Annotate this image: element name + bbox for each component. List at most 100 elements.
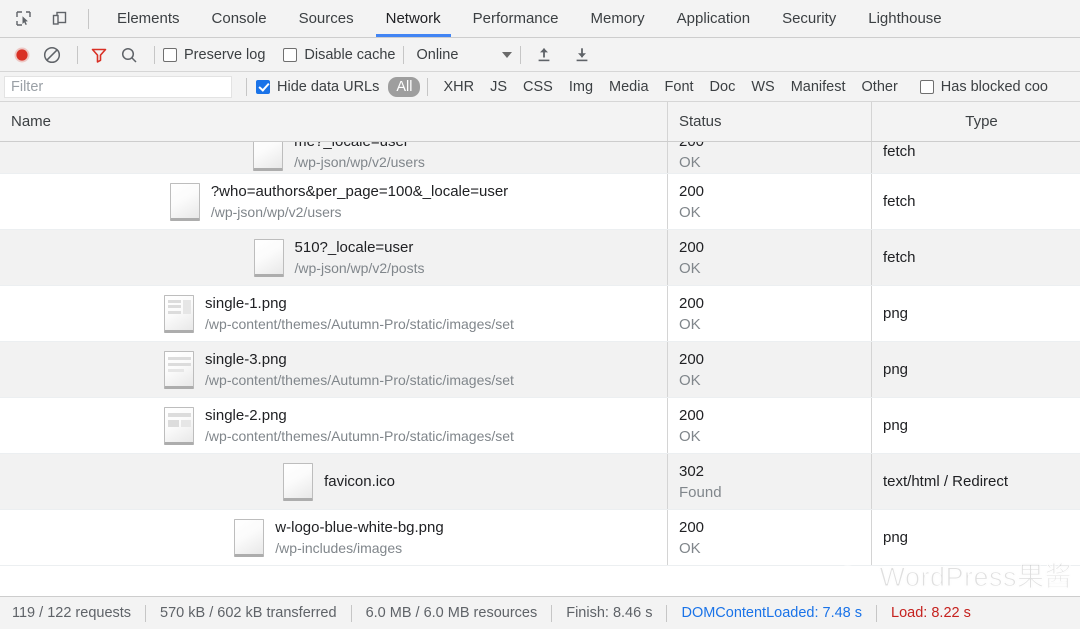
request-name: me?_locale=user xyxy=(294,142,425,152)
type-filter-css[interactable]: CSS xyxy=(515,77,561,97)
has-blocked-cookies-checkbox[interactable]: Has blocked coo xyxy=(920,79,1048,95)
resources-size: 6.0 MB / 6.0 MB resources xyxy=(366,605,538,621)
record-circle-icon[interactable] xyxy=(9,42,35,68)
tab-label: Application xyxy=(677,10,750,27)
status-code: 200 xyxy=(679,293,871,314)
request-path: /wp-includes/images xyxy=(275,538,443,559)
inspect-element-icon[interactable] xyxy=(10,6,36,32)
filter-funnel-icon[interactable] xyxy=(86,42,112,68)
filter-input[interactable]: Filter xyxy=(4,76,232,98)
hide-data-urls-checkbox[interactable]: Hide data URLs xyxy=(256,79,379,95)
cell-status: 200 OK xyxy=(668,398,872,453)
clear-icon[interactable] xyxy=(39,42,65,68)
type-filter-xhr[interactable]: XHR xyxy=(435,77,482,97)
tab-elements[interactable]: Elements xyxy=(101,0,196,37)
tab-sources[interactable]: Sources xyxy=(283,0,370,37)
type-filter-other[interactable]: Other xyxy=(854,77,906,97)
image-preview-icon xyxy=(164,295,194,333)
status-code: 200 xyxy=(679,349,871,370)
column-header-name[interactable]: Name xyxy=(0,102,668,141)
throttling-dropdown[interactable]: Online xyxy=(416,47,512,63)
checkbox-box xyxy=(256,80,270,94)
import-har-icon[interactable] xyxy=(531,42,557,68)
image-preview-icon xyxy=(164,351,194,389)
status-text: OK xyxy=(679,152,871,173)
cell-type: text/html / Redirect xyxy=(872,454,1080,509)
device-toolbar-icon[interactable] xyxy=(46,6,72,32)
status-text: OK xyxy=(679,426,871,447)
preserve-log-checkbox[interactable]: Preserve log xyxy=(163,47,265,63)
tab-memory[interactable]: Memory xyxy=(575,0,661,37)
type-filter-all[interactable]: All xyxy=(388,77,420,97)
resource-type: text/html / Redirect xyxy=(883,473,1080,490)
chevron-down-icon xyxy=(502,52,512,58)
table-row[interactable]: 510?_locale=user /wp-json/wp/v2/posts 20… xyxy=(0,230,1080,286)
search-icon[interactable] xyxy=(116,42,142,68)
cell-status: 200 OK xyxy=(668,230,872,285)
request-name: ?who=authors&per_page=100&_locale=user xyxy=(211,181,508,202)
type-filter-js[interactable]: JS xyxy=(482,77,515,97)
image-preview-icon xyxy=(164,407,194,445)
network-filter-row: Filter Hide data URLs All XHR JS CSS Img… xyxy=(0,72,1080,102)
table-row[interactable]: single-3.png /wp-content/themes/Autumn-P… xyxy=(0,342,1080,398)
request-path: /wp-json/wp/v2/posts xyxy=(295,258,425,279)
checkbox-box xyxy=(283,48,297,62)
document-icon xyxy=(283,463,313,501)
status-text: OK xyxy=(679,202,871,223)
table-row[interactable]: w-logo-blue-white-bg.png /wp-includes/im… xyxy=(0,510,1080,566)
tab-lighthouse[interactable]: Lighthouse xyxy=(852,0,957,37)
tab-performance[interactable]: Performance xyxy=(457,0,575,37)
request-name: 510?_locale=user xyxy=(295,237,425,258)
cell-status: 200 OK xyxy=(668,174,872,229)
summary-divider xyxy=(666,605,667,622)
table-row[interactable]: me?_locale=user /wp-json/wp/v2/users 200… xyxy=(0,142,1080,174)
filter-divider-2 xyxy=(427,78,428,96)
tab-security[interactable]: Security xyxy=(766,0,852,37)
table-row[interactable]: single-2.png /wp-content/themes/Autumn-P… xyxy=(0,398,1080,454)
hide-data-urls-label: Hide data URLs xyxy=(277,79,379,95)
tab-label: Security xyxy=(782,10,836,27)
cell-status: 302 Found xyxy=(668,454,872,509)
toolbar-divider-2 xyxy=(154,46,155,64)
type-filter-img[interactable]: Img xyxy=(561,77,601,97)
devtools-tabbar: Elements Console Sources Network Perform… xyxy=(0,0,1080,38)
preserve-log-label: Preserve log xyxy=(184,47,265,63)
disable-cache-checkbox[interactable]: Disable cache xyxy=(283,47,395,63)
disable-cache-label: Disable cache xyxy=(304,47,395,63)
column-header-type[interactable]: Type xyxy=(872,102,1080,141)
column-header-status[interactable]: Status xyxy=(668,102,872,141)
transferred-size: 570 kB / 602 kB transferred xyxy=(160,605,337,621)
document-icon xyxy=(234,519,264,557)
table-row[interactable]: ?who=authors&per_page=100&_locale=user /… xyxy=(0,174,1080,230)
type-filter-media[interactable]: Media xyxy=(601,77,657,97)
type-filter-font[interactable]: Font xyxy=(657,77,702,97)
column-label: Name xyxy=(11,113,51,130)
checkbox-box xyxy=(163,48,177,62)
panel-tabs: Elements Console Sources Network Perform… xyxy=(101,0,958,37)
type-filter-ws[interactable]: WS xyxy=(743,77,782,97)
devtools-window: Elements Console Sources Network Perform… xyxy=(0,0,1080,629)
checkbox-box xyxy=(920,80,934,94)
resource-type: png xyxy=(883,417,1080,434)
table-row[interactable]: single-1.png /wp-content/themes/Autumn-P… xyxy=(0,286,1080,342)
summary-divider xyxy=(145,605,146,622)
request-path: /wp-content/themes/Autumn-Pro/static/ima… xyxy=(205,314,514,335)
type-filter-manifest[interactable]: Manifest xyxy=(783,77,854,97)
requests-list[interactable]: me?_locale=user /wp-json/wp/v2/users 200… xyxy=(0,142,1080,596)
tab-label: Network xyxy=(386,10,441,27)
cell-name: single-1.png /wp-content/themes/Autumn-P… xyxy=(0,286,668,341)
document-icon xyxy=(170,183,200,221)
cell-type: png xyxy=(872,286,1080,341)
cell-name: ?who=authors&per_page=100&_locale=user /… xyxy=(0,174,668,229)
summary-divider xyxy=(551,605,552,622)
tab-network[interactable]: Network xyxy=(370,0,457,37)
request-name: single-3.png xyxy=(205,349,514,370)
type-filter-doc[interactable]: Doc xyxy=(702,77,744,97)
cell-status: 200 OK xyxy=(668,342,872,397)
cell-type: fetch xyxy=(872,174,1080,229)
table-row[interactable]: favicon.ico 302 Found text/html / Redire… xyxy=(0,454,1080,510)
export-har-icon[interactable] xyxy=(569,42,595,68)
tab-application[interactable]: Application xyxy=(661,0,766,37)
tab-console[interactable]: Console xyxy=(196,0,283,37)
status-text: Found xyxy=(679,482,871,503)
